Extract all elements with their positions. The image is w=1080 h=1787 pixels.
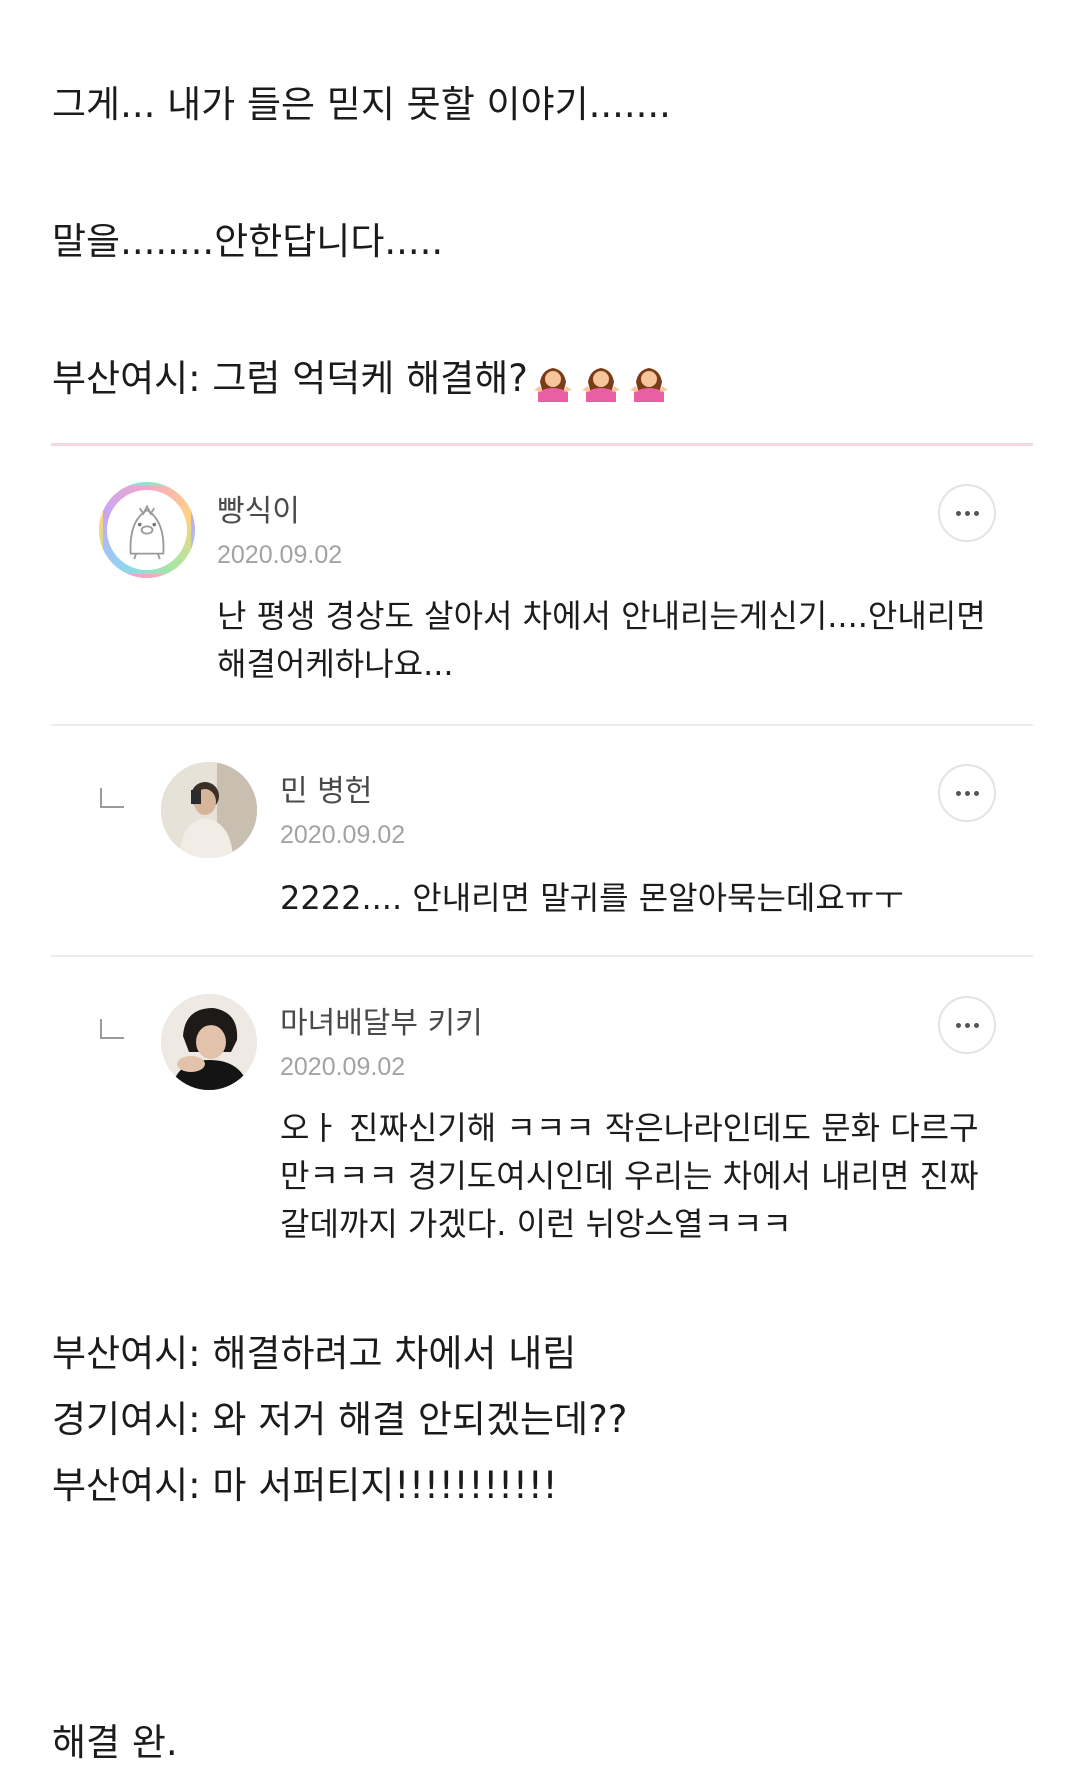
comment-author[interactable]: 빵식이 xyxy=(217,494,300,530)
comment-text: 난 평생 경상도 살아서 차에서 안내리는게신기....안내리면 해결어케하나요… xyxy=(217,597,986,683)
dot-icon xyxy=(955,510,961,516)
dot-icon xyxy=(973,510,979,516)
dot-icon xyxy=(964,510,970,516)
more-options-button[interactable] xyxy=(938,484,996,542)
story-line-3: 부산여시: 그럼 억덕케 해결해? xyxy=(52,356,670,402)
story-line-7: 해결 완. xyxy=(52,1721,178,1764)
story-line-2: 말을........안한답니다..... xyxy=(52,220,444,263)
more-options-button[interactable] xyxy=(938,764,996,822)
comment-text: 오ㅏ 진짜신기해 ㅋㅋㅋ 작은나라인데도 문화 다르구만ㅋㅋㅋ 경기도여시인데 … xyxy=(280,1109,979,1243)
story-line-6: 부산여시: 마 서퍼티지!!!!!!!!!!! xyxy=(52,1464,558,1507)
reply-arrow-icon xyxy=(100,788,124,808)
dot-icon xyxy=(973,790,979,796)
dot-icon xyxy=(973,1022,979,1028)
comment-author[interactable]: 마녀배달부 키키 xyxy=(280,1006,483,1042)
more-options-button[interactable] xyxy=(938,996,996,1054)
person-photo-icon xyxy=(161,994,257,1090)
comment-text: 2222.... 안내리면 말귀를 몬알아묵는데요ㅠㅜ xyxy=(280,879,904,917)
dot-icon xyxy=(964,1022,970,1028)
comment-divider xyxy=(51,955,1033,957)
person-photo-icon xyxy=(161,762,257,858)
comment-date: 2020.09.02 xyxy=(280,1053,406,1081)
comment-divider xyxy=(51,724,1033,726)
person-shrugging-icon xyxy=(629,367,668,402)
shrug-emoji-group xyxy=(532,360,670,402)
dot-icon xyxy=(964,790,970,796)
reply-arrow-icon xyxy=(100,1019,124,1039)
avatar[interactable] xyxy=(99,482,195,578)
person-shrugging-icon xyxy=(533,367,572,402)
person-shrugging-icon xyxy=(581,367,620,402)
story-line-1: 그게... 내가 들은 믿지 못할 이야기....... xyxy=(52,83,671,126)
dot-icon xyxy=(955,1022,961,1028)
comment-date: 2020.09.02 xyxy=(280,821,406,849)
story-line-4: 부산여시: 해결하려고 차에서 내림 xyxy=(52,1332,577,1375)
comment-date: 2020.09.02 xyxy=(217,541,343,569)
story-line-3-text: 부산여시: 그럼 억덕케 해결해? xyxy=(52,357,528,400)
comments-top-rule xyxy=(51,443,1033,446)
penguin-avatar-icon xyxy=(107,490,187,570)
story-line-5: 경기여시: 와 저거 해결 안되겠는데?? xyxy=(52,1398,628,1441)
avatar[interactable] xyxy=(161,762,257,858)
avatar[interactable] xyxy=(161,994,257,1090)
dot-icon xyxy=(955,790,961,796)
comment-author[interactable]: 민 병헌 xyxy=(280,774,372,810)
